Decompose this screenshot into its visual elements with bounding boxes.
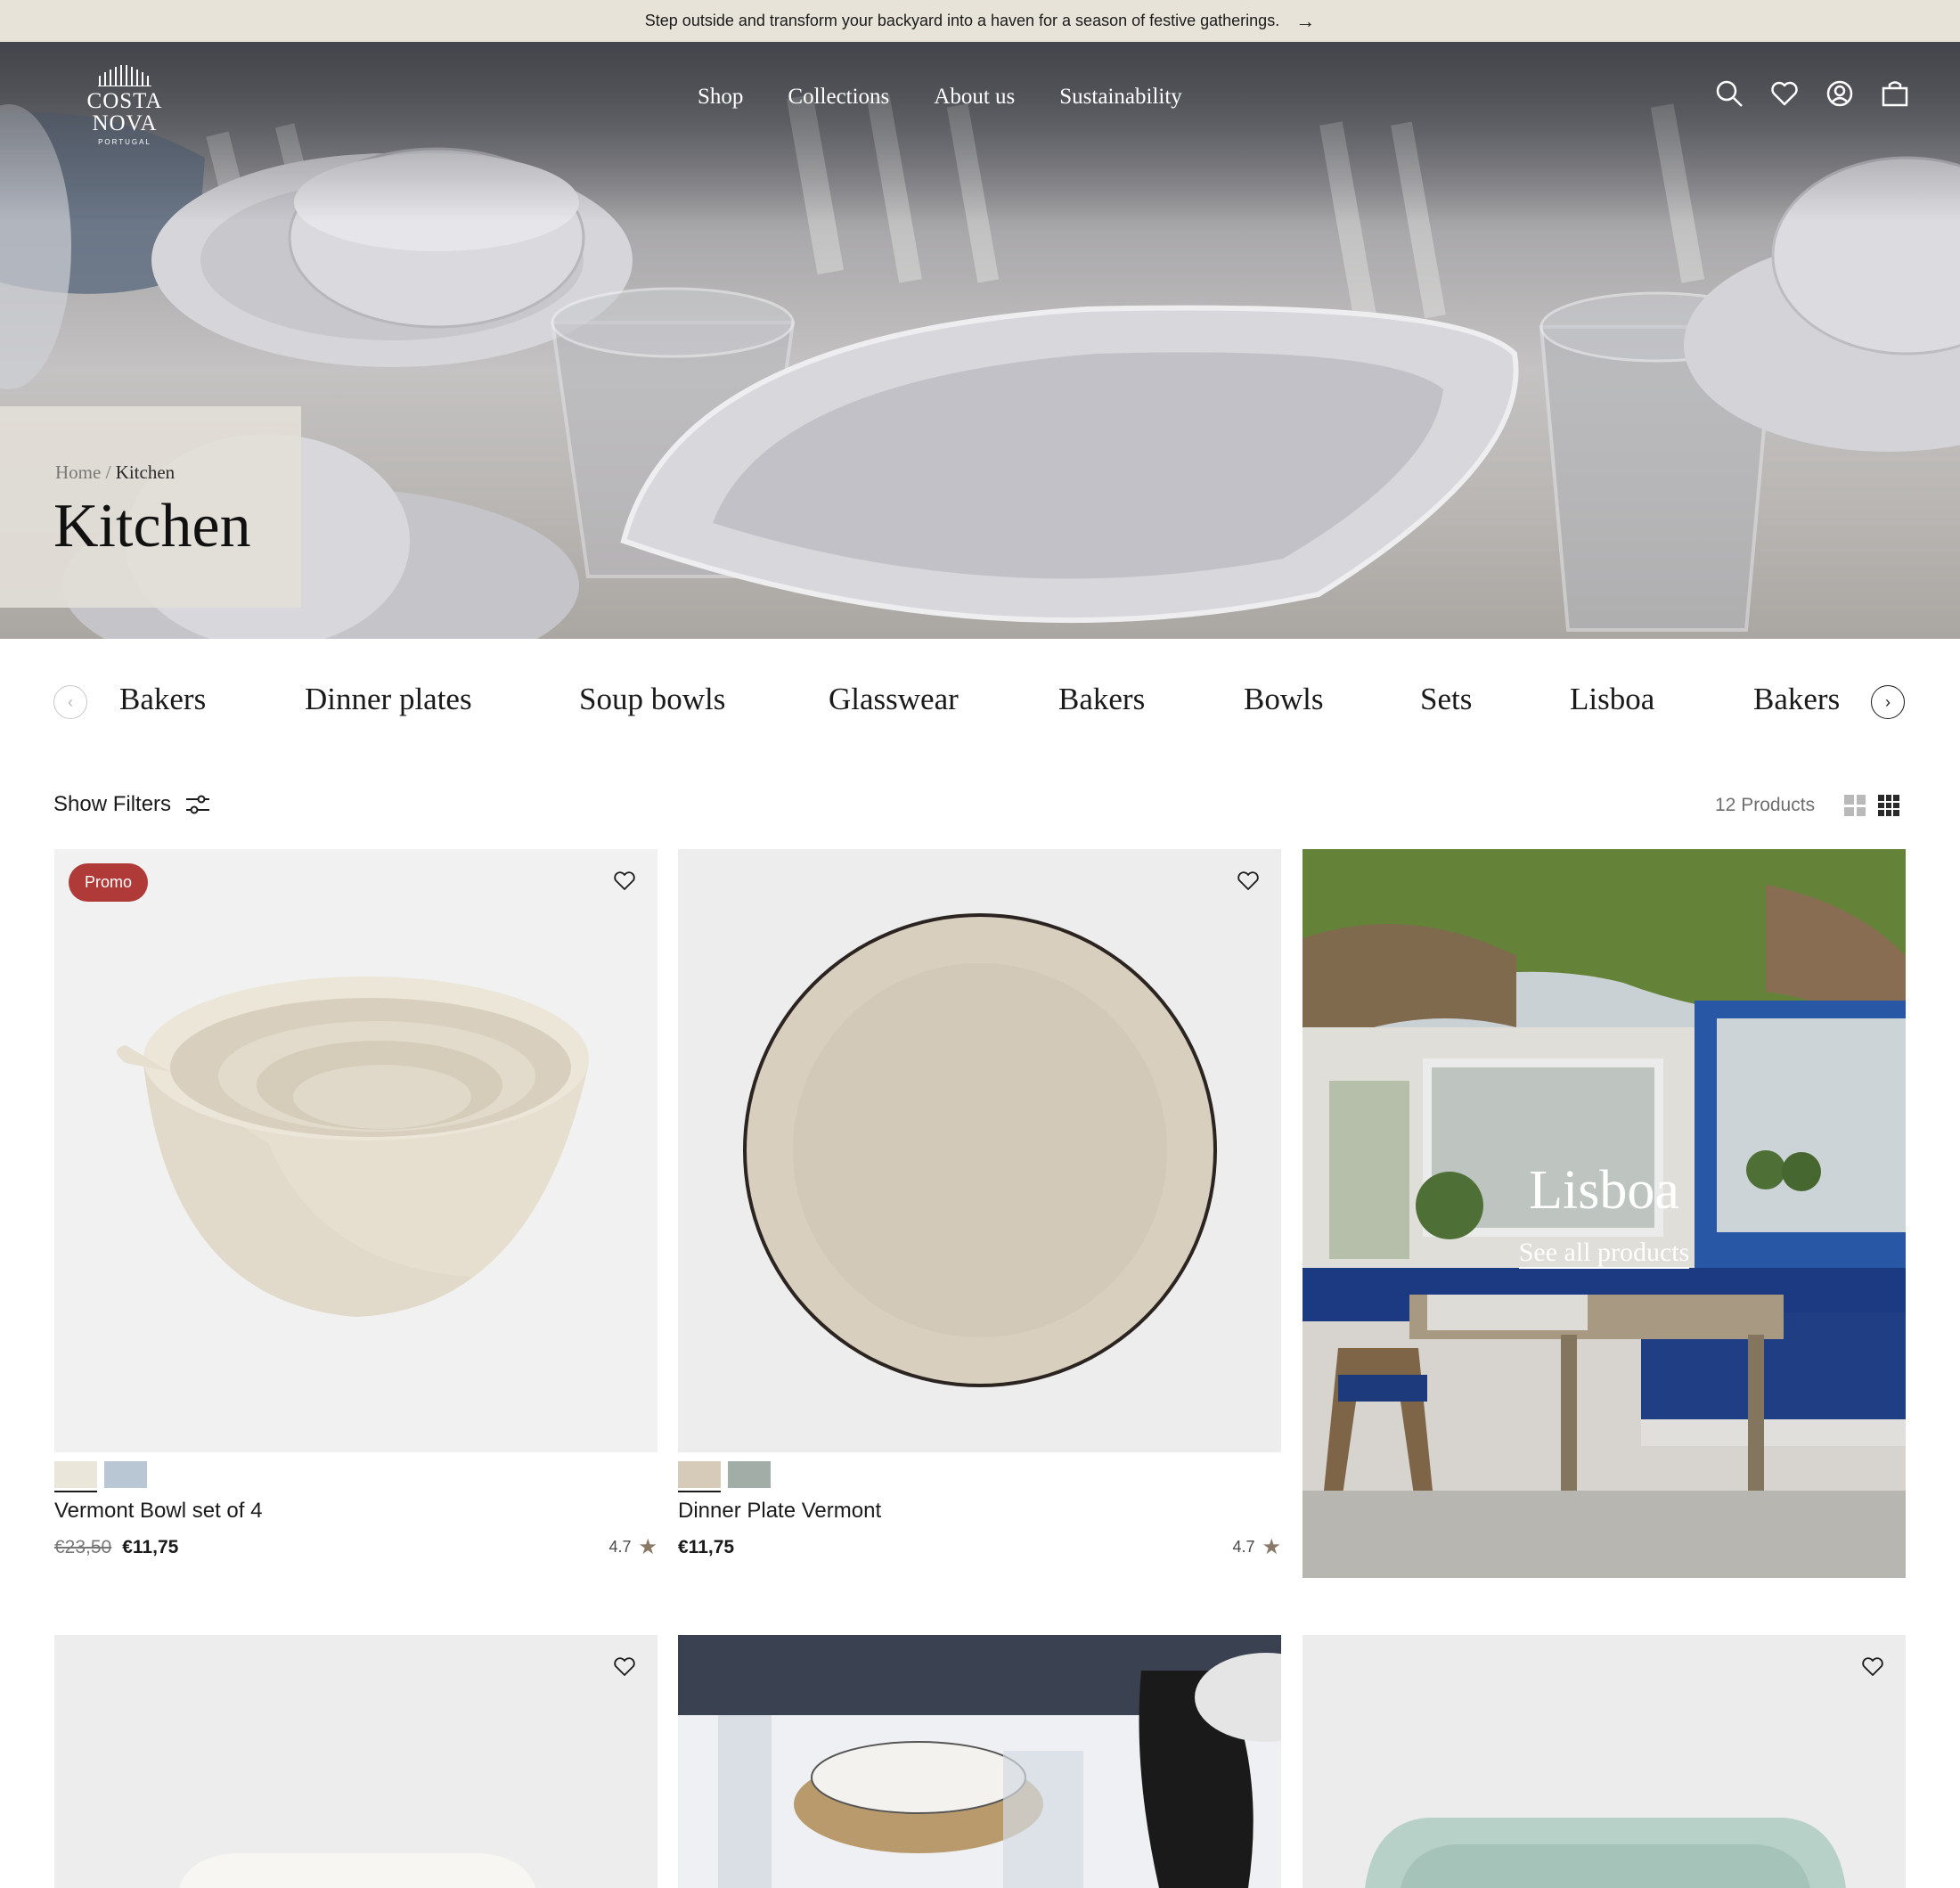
collection-banner[interactable]: Lisboa See all products	[1303, 849, 1906, 1578]
product-card[interactable]: Promo Vermont Bowl set of 4 €23,50 €11,75…	[54, 849, 657, 1560]
breadcrumb-home[interactable]: Home	[55, 462, 101, 483]
product-price: €23,50 €11,75	[54, 1537, 178, 1558]
color-swatches	[678, 1461, 1281, 1492]
wishlist-heart-icon[interactable]	[1770, 79, 1799, 108]
rating-value: 4.7	[1232, 1538, 1255, 1556]
breadcrumb: Home / Kitchen	[55, 462, 175, 484]
banner-title: Lisboa	[1529, 1160, 1679, 1221]
category-carousel: ‹ Bakers Dinner plates Soup bowls Glassw…	[0, 639, 1960, 764]
category-bakers-3[interactable]: Bakers	[1753, 682, 1840, 717]
product-image[interactable]	[54, 1635, 657, 1888]
arrow-right-icon: →	[1295, 9, 1316, 32]
search-icon[interactable]	[1715, 79, 1744, 108]
product-card[interactable]	[54, 1635, 657, 1888]
teal-baker-image	[1365, 1818, 1846, 1888]
promo-badge: Promo	[69, 863, 149, 902]
brand-sub: PORTUGAL	[98, 138, 151, 146]
table-setting-image	[678, 1635, 1281, 1888]
product-image[interactable]	[678, 849, 1281, 1452]
wishlist-heart-icon[interactable]	[1237, 870, 1260, 892]
category-soup-bowls[interactable]: Soup bowls	[579, 682, 725, 717]
grid-2-view-icon[interactable]	[1844, 795, 1866, 816]
lifestyle-card[interactable]	[678, 1635, 1281, 1888]
product-rating: 4.7 ★	[1232, 1534, 1281, 1560]
title-panel: Home / Kitchen Kitchen	[0, 406, 301, 608]
announcement-text: Step outside and transform your backyard…	[644, 12, 1280, 29]
sale-price: €11,75	[122, 1536, 179, 1557]
wishlist-heart-icon[interactable]	[613, 1656, 636, 1678]
product-card[interactable]: Dinner Plate Vermont €11,75 4.7 ★	[678, 849, 1281, 1560]
account-icon[interactable]	[1825, 79, 1854, 108]
main-nav: Shop Collections About us Sustainability	[698, 85, 1182, 110]
baker-dish-image	[179, 1853, 535, 1888]
breadcrumb-separator: /	[105, 462, 111, 483]
announcement-bar[interactable]: Step outside and transform your backyard…	[0, 0, 1960, 42]
product-count: 12 Products	[1715, 795, 1816, 815]
product-price: €11,75	[678, 1536, 735, 1557]
category-glasswear[interactable]: Glasswear	[829, 682, 959, 717]
category-bakers[interactable]: Bakers	[119, 682, 206, 717]
show-filters-label: Show Filters	[53, 792, 172, 816]
dinner-plate-image	[743, 913, 1217, 1387]
brand-logo[interactable]: COSTA NOVA PORTUGAL	[53, 63, 196, 146]
product-rating: 4.7 ★	[608, 1534, 657, 1560]
see-all-products-link[interactable]: See all products	[1303, 1238, 1906, 1269]
logo-mark-icon	[98, 65, 151, 86]
rating-value: 4.7	[608, 1538, 632, 1556]
nav-shop[interactable]: Shop	[698, 85, 743, 110]
category-bowls[interactable]: Bowls	[1244, 682, 1323, 717]
carousel-prev-button[interactable]: ‹	[53, 685, 87, 719]
product-image[interactable]	[1303, 1635, 1906, 1888]
star-icon: ★	[638, 1535, 657, 1559]
breadcrumb-current: Kitchen	[115, 462, 176, 483]
nav-sustainability[interactable]: Sustainability	[1059, 85, 1182, 110]
wishlist-heart-icon[interactable]	[1861, 1656, 1884, 1678]
hero-banner: COSTA NOVA PORTUGAL Shop Collections Abo…	[0, 42, 1960, 639]
swatch-blue[interactable]	[104, 1461, 147, 1488]
swatch-sand[interactable]	[678, 1461, 721, 1492]
carousel-next-button[interactable]: ›	[1871, 685, 1905, 719]
show-filters-button[interactable]: Show Filters	[53, 792, 210, 817]
swatch-cream[interactable]	[54, 1461, 97, 1492]
category-lisboa[interactable]: Lisboa	[1570, 682, 1654, 717]
product-image[interactable]: Promo	[54, 849, 657, 1452]
header-icons	[1715, 79, 1909, 108]
lifestyle-image	[678, 1635, 1281, 1888]
bag-icon[interactable]	[1881, 79, 1909, 108]
filter-sliders-icon	[186, 795, 210, 814]
swatch-sage[interactable]	[728, 1461, 771, 1488]
category-dinner-plates[interactable]: Dinner plates	[305, 682, 472, 717]
chevron-left-icon: ‹	[68, 692, 73, 711]
color-swatches	[54, 1461, 657, 1492]
category-bakers-2[interactable]: Bakers	[1058, 682, 1145, 717]
old-price: €23,50	[54, 1536, 112, 1557]
star-icon: ★	[1262, 1535, 1281, 1559]
product-name[interactable]: Vermont Bowl set of 4	[54, 1499, 657, 1524]
page-title: Kitchen	[53, 492, 251, 560]
category-sets[interactable]: Sets	[1420, 682, 1472, 717]
nav-collections[interactable]: Collections	[788, 85, 889, 110]
wishlist-heart-icon[interactable]	[613, 870, 636, 892]
product-card[interactable]	[1303, 1635, 1906, 1888]
mixing-bowl-image	[117, 977, 589, 1317]
product-name[interactable]: Dinner Plate Vermont	[678, 1499, 1281, 1524]
nav-about-us[interactable]: About us	[934, 85, 1015, 110]
grid-3-view-icon[interactable]	[1878, 795, 1899, 816]
chevron-right-icon: ›	[1885, 692, 1891, 711]
brand-name: COSTA NOVA	[86, 89, 163, 135]
